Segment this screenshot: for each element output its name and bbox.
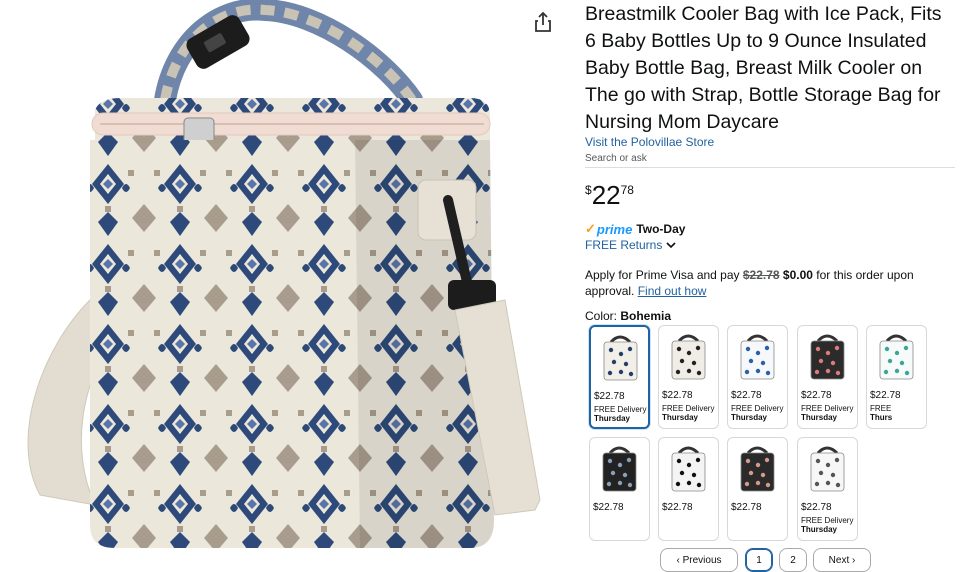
product-main-image[interactable]	[0, 0, 560, 563]
color-swatch[interactable]: $22.78	[589, 437, 650, 541]
swatch-thumbnail	[602, 446, 637, 492]
swatch-price: $22.78	[662, 390, 693, 401]
color-swatch[interactable]: $22.78	[658, 437, 719, 541]
swatch-thumbnail	[810, 446, 845, 492]
swatch-delivery-day: Thursday	[801, 525, 838, 534]
chevron-down-icon	[666, 241, 676, 248]
pagination-next[interactable]: Next ›	[813, 548, 871, 572]
pagination-page-2[interactable]: 2	[779, 548, 807, 572]
pagination-page-1[interactable]: 1	[745, 548, 773, 572]
color-swatch[interactable]: $22.78 FREE Delivery Thursday	[797, 325, 858, 429]
swatch-delivery: FREE Delivery	[662, 404, 715, 413]
free-returns-link[interactable]: FREE Returns	[585, 238, 676, 252]
product-title: Breastmilk Cooler Bag with Ice Pack, Fit…	[585, 3, 942, 133]
swatch-delivery: FREE Delivery	[731, 404, 784, 413]
swatch-price: $22.78	[731, 390, 762, 401]
swatch-delivery-day: Thurs	[870, 413, 893, 422]
swatch-price: $22.78	[731, 502, 762, 513]
swatch-thumbnail	[671, 446, 706, 492]
swatch-thumbnail	[603, 335, 638, 381]
store-link[interactable]: Visit the Polovillae Store	[585, 135, 714, 149]
color-label: Color:	[585, 309, 618, 323]
prime-delivery-speed: Two-Day	[636, 222, 686, 236]
pagination-previous[interactable]: ‹ Previous	[660, 548, 738, 572]
swatch-delivery-day: Thursday	[801, 413, 838, 422]
swatch-thumbnail	[810, 334, 845, 380]
swatch-delivery-day: Thursday	[662, 413, 699, 422]
swatch-price: $22.78	[801, 502, 832, 513]
prime-logo: prime	[596, 221, 633, 237]
visa-strike-price: $22.78	[742, 268, 780, 282]
swatch-delivery-day: Thursday	[731, 413, 768, 422]
color-swatch[interactable]: $22.78	[727, 437, 788, 541]
swatch-price: $22.78	[870, 390, 901, 401]
swatch-thumbnail	[740, 334, 775, 380]
visa-zero-price: $0.00	[782, 268, 813, 282]
color-swatch[interactable]: $22.78 FREE Thurs	[866, 325, 927, 429]
price-fraction: 78	[620, 183, 634, 197]
find-out-how-link[interactable]: Find out how	[638, 284, 707, 298]
swatch-price: $22.78	[594, 391, 625, 402]
product-price: $2278	[585, 180, 634, 211]
swatch-delivery: FREE Delivery	[801, 404, 854, 413]
visa-prefix: Apply for Prime Visa and pay	[585, 268, 743, 282]
color-selector-label: Color: Bohemia	[585, 309, 671, 323]
swatch-delivery: FREE Delivery	[594, 405, 647, 414]
prime-check-icon: ✓	[585, 221, 596, 236]
swatch-thumbnail	[671, 334, 706, 380]
price-symbol: $	[585, 183, 592, 197]
share-icon[interactable]	[533, 11, 553, 33]
swatch-thumbnail	[879, 334, 914, 380]
free-returns-label: FREE Returns	[585, 238, 663, 252]
divider	[585, 167, 955, 168]
swatch-thumbnail	[740, 446, 775, 492]
color-value: Bohemia	[620, 309, 672, 323]
swatch-price: $22.78	[593, 502, 624, 513]
price-whole: 22	[591, 180, 621, 210]
color-swatch[interactable]: $22.78 FREE Delivery Thursday	[727, 325, 788, 429]
color-swatch[interactable]: $22.78 FREE Delivery Thursday	[658, 325, 719, 429]
color-swatch[interactable]: $22.78 FREE Delivery Thursday	[589, 325, 650, 429]
swatch-price: $22.78	[662, 502, 693, 513]
swatch-delivery-day: Thursday	[594, 414, 631, 423]
swatch-delivery: FREE Delivery	[801, 516, 854, 525]
color-swatch[interactable]: $22.78 FREE Delivery Thursday	[797, 437, 858, 541]
prime-badge[interactable]: ✓ prime Two-Day	[585, 221, 685, 237]
prime-visa-offer: Apply for Prime Visa and pay $22.78 $0.0…	[585, 267, 935, 299]
search-or-ask-link[interactable]: Search or ask	[585, 153, 647, 164]
swatch-delivery: FREE	[870, 404, 892, 413]
swatch-price: $22.78	[801, 390, 832, 401]
